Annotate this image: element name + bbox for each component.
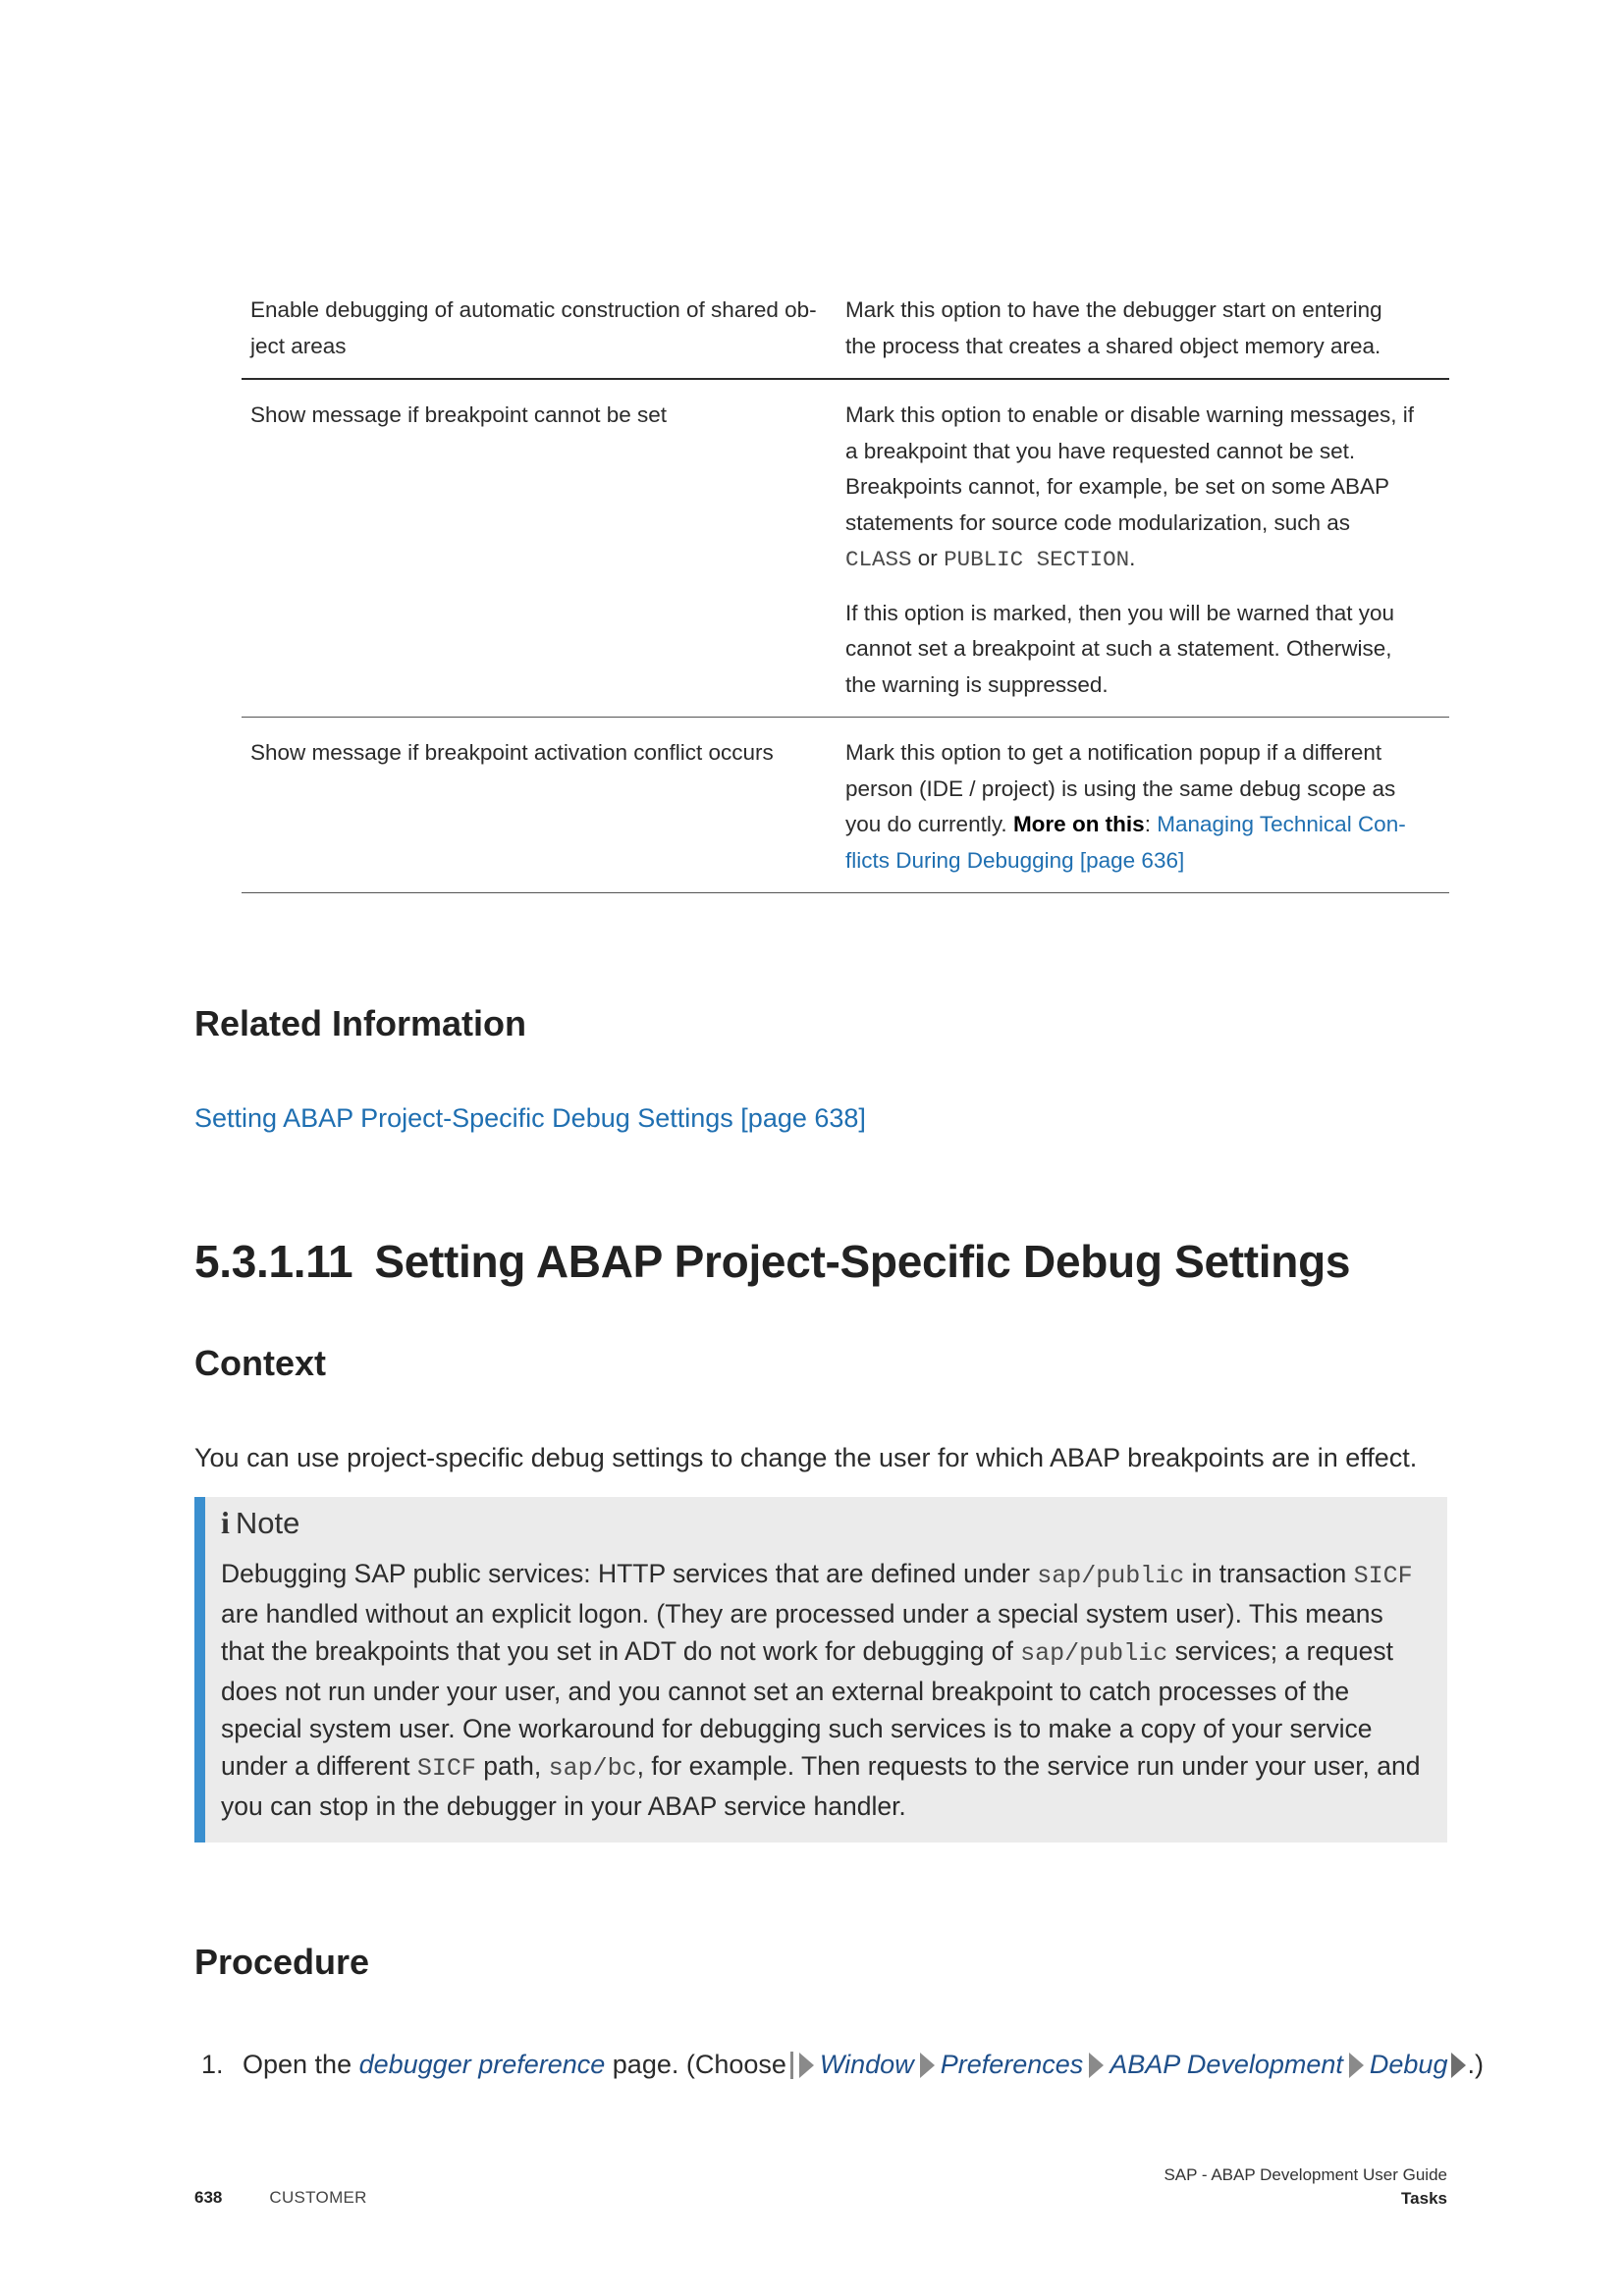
section-title-text: Setting ABAP Project-Specific Debug Sett…: [374, 1236, 1351, 1287]
document-title: SAP - ABAP Development User Guide: [1164, 2165, 1447, 2184]
description-line: cannot set a breakpoint at such a statem…: [845, 636, 1392, 661]
debugger-preference-term: debugger preference: [358, 2050, 606, 2079]
note-text-part: Debugging SAP public services: HTTP serv…: [221, 1559, 1038, 1588]
menu-path: Window Preferences ABAP Development Debu…: [786, 2050, 1468, 2080]
footer-right: SAP - ABAP Development User Guide Tasks: [1164, 2163, 1447, 2211]
note-title: Note: [235, 1505, 300, 1540]
menu-item-window[interactable]: Window: [820, 2050, 914, 2080]
period: .: [1129, 546, 1136, 570]
description-paragraph: If this option is marked, then you will …: [845, 596, 1444, 704]
table-row: Enable debugging of automatic constructi…: [242, 293, 1449, 380]
or-text: or: [917, 546, 938, 570]
description-line: Mark this option to get a notification p…: [845, 740, 1382, 765]
option-name-line: ject areas: [250, 333, 347, 358]
description-line: Mark this option to enable or disable wa…: [845, 402, 1415, 427]
step-text-part: .): [1467, 2050, 1484, 2079]
page-number: 638: [194, 2188, 223, 2207]
note-box: i Note Debugging SAP public services: HT…: [194, 1497, 1447, 1842]
option-description: Mark this option to have the debugger st…: [845, 293, 1444, 364]
step-text-part: page. (Choose: [605, 2050, 786, 2079]
chevron-right-icon: [919, 2052, 935, 2078]
note-header: i Note: [221, 1505, 1430, 1541]
menu-path-end-icon: [1451, 2052, 1467, 2078]
description-line: Mark this option to have the debugger st…: [845, 297, 1382, 322]
chevron-right-icon: [1089, 2052, 1105, 2078]
option-name-line: Enable debugging of automatic constructi…: [250, 297, 817, 322]
chevron-right-icon: [798, 2052, 814, 2078]
note-text-part: path,: [475, 1751, 549, 1781]
colon: :: [1144, 812, 1151, 836]
note-text-part: in transaction: [1184, 1559, 1354, 1588]
menu-path-start-icon: [789, 2051, 793, 2079]
option-name: Enable debugging of automatic constructi…: [242, 293, 845, 364]
description-line: a breakpoint that you have requested can…: [845, 438, 1356, 463]
option-description: Mark this option to get a notification p…: [845, 735, 1444, 879]
code-sap-bc: sap/bc: [548, 1754, 637, 1783]
code-sicf: SICF: [1353, 1562, 1413, 1590]
description-line: Breakpoints cannot, for example, be set …: [845, 474, 1390, 499]
section-title: 5.3.1.11 Setting ABAP Project-Specific De…: [194, 1235, 1350, 1288]
option-name: Show message if breakpoint cannot be set: [250, 402, 668, 427]
procedure-step: 1. Open the debugger preference page. (C…: [201, 2050, 1484, 2080]
description-line: If this option is marked, then you will …: [845, 600, 1395, 625]
description-line: you do currently.: [845, 812, 1007, 836]
description-line: the warning is suppressed.: [845, 671, 1109, 697]
option-name: Show message if breakpoint activation co…: [250, 740, 774, 765]
step-text: Open the debugger preference page. (Choo…: [243, 2050, 786, 2080]
procedure-heading: Procedure: [194, 1942, 370, 1982]
table-row: Show message if breakpoint activation co…: [242, 718, 1449, 893]
code-sicf: SICF: [416, 1754, 476, 1783]
menu-item-debug[interactable]: Debug: [1370, 2050, 1448, 2080]
related-information-heading: Related Information: [194, 1003, 527, 1043]
description-line: the process that creates a shared object…: [845, 333, 1381, 358]
related-link[interactable]: Setting ABAP Project-Specific Debug Sett…: [194, 1103, 866, 1134]
section-number: 5.3.1.11: [194, 1236, 353, 1287]
code-sap-public: sap/public: [1037, 1562, 1185, 1590]
description-paragraph: Mark this option to enable or disable wa…: [845, 398, 1444, 578]
table-row: Show message if breakpoint cannot be set…: [242, 380, 1449, 718]
info-icon: i: [221, 1505, 230, 1540]
chevron-right-icon: [1348, 2052, 1364, 2078]
note-text: Debugging SAP public services: HTTP serv…: [221, 1555, 1430, 1825]
context-text: You can use project-specific debug setti…: [194, 1443, 1418, 1472]
code-sap-public: sap/public: [1020, 1639, 1168, 1668]
code-class: CLASS: [845, 547, 912, 572]
step-text-part: Open the: [243, 2050, 359, 2079]
menu-item-abap-development[interactable]: ABAP Development: [1110, 2050, 1343, 2080]
description-line: statements for source code modularizatio…: [845, 509, 1351, 535]
description-line: person (IDE / project) is using the same…: [845, 775, 1396, 801]
more-on-this-label: More on this: [1012, 812, 1145, 836]
option-description: Mark this option to enable or disable wa…: [845, 398, 1444, 703]
options-table: Enable debugging of automatic constructi…: [242, 293, 1449, 893]
step-number: 1.: [201, 2050, 224, 2079]
chapter-name: Tasks: [1401, 2189, 1447, 2208]
confidentiality-label: CUSTOMER: [269, 2188, 367, 2207]
link-text[interactable]: flicts During Debugging [page 636]: [845, 848, 1184, 873]
code-public-section: PUBLIC SECTION: [944, 547, 1130, 572]
footer-left: 638 CUSTOMER: [194, 2188, 367, 2208]
menu-item-preferences[interactable]: Preferences: [941, 2050, 1084, 2080]
context-heading: Context: [194, 1343, 326, 1383]
link-text[interactable]: Managing Technical Con-: [1157, 812, 1406, 836]
